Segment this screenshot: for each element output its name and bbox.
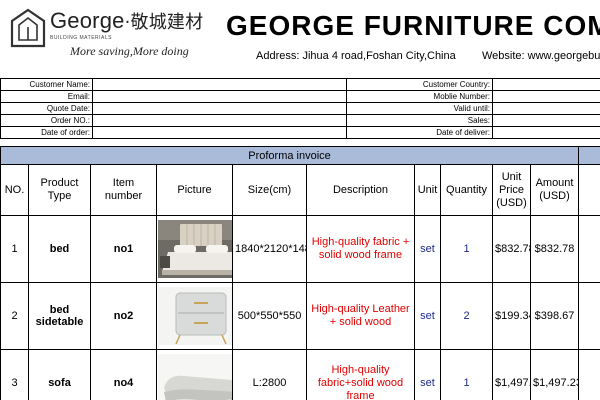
table-row: 2 bed sidetable no2 500*550*550 High-qua… — [0, 282, 600, 350]
row-size: L:2800 — [232, 349, 307, 400]
valid-until-field[interactable] — [492, 102, 600, 115]
row-product-type: bed sidetable — [28, 282, 91, 350]
invoice-title-row: Proforma invoice — [0, 146, 600, 165]
info-row: Quote Date: Valid until: — [0, 102, 600, 115]
order-no-label: Order NO.: — [0, 114, 93, 127]
header-item-number: Item number — [90, 164, 157, 216]
row-overflow-cell — [578, 349, 600, 400]
row-unit-price: $199.34 — [492, 282, 531, 350]
logo-slogan: More saving,More doing — [70, 44, 189, 58]
row-item-number: no2 — [90, 282, 157, 350]
customer-name-field[interactable] — [92, 78, 347, 91]
info-row: Customer Name: Customer Country: — [0, 78, 600, 91]
row-unit-price: $1,497.23 — [492, 349, 531, 400]
row-no: 2 — [0, 282, 29, 350]
date-of-order-field[interactable] — [92, 126, 347, 139]
proforma-invoice-table: Proforma invoice NO. Product Type Item n… — [0, 146, 600, 400]
row-product-type: bed — [28, 215, 91, 283]
info-row: Date of order: Date of deliver: — [0, 126, 600, 139]
logo-chinese-text: ·敬城建材 — [124, 12, 204, 33]
header-description: Description — [306, 164, 415, 216]
invoice-title: Proforma invoice — [0, 146, 580, 165]
sales-field[interactable] — [492, 114, 600, 127]
row-size: 500*550*550 — [232, 282, 307, 350]
invoice-page: George·敬城建材 BUILDING MATERIALS More savi… — [0, 0, 600, 400]
row-item-number: no4 — [90, 349, 157, 400]
info-row: Order NO.: Sales: — [0, 114, 600, 127]
row-description: High-quality fabric+solid wood frame — [306, 349, 415, 400]
row-amount: $398.67 — [529, 282, 580, 350]
row-no: 1 — [0, 215, 29, 283]
table-header-row: NO. Product Type Item number Picture Siz… — [0, 164, 600, 216]
header-quantity: Quantity — [440, 164, 493, 216]
logo-wordmark: George·敬城建材 — [50, 8, 203, 34]
row-size: 1840*2120*1480 — [232, 215, 307, 283]
row-product-type: sofa — [28, 349, 91, 400]
header-amount: Amount (USD) — [529, 164, 580, 216]
invoice-header: George·敬城建材 BUILDING MATERIALS More savi… — [0, 0, 600, 78]
company-address: Address: Jihua 4 road,Foshan City,China — [256, 50, 456, 62]
header-picture: Picture — [156, 164, 233, 216]
row-unit: set — [414, 349, 441, 400]
sofa-picture-icon — [158, 354, 232, 400]
row-description: High-quality fabric + solid wood frame — [306, 215, 415, 283]
customer-info-table: Customer Name: Customer Country: Email: … — [0, 78, 600, 139]
house-logo-icon — [10, 8, 46, 48]
row-quantity: 1 — [440, 215, 493, 283]
valid-until-label: Valid until: — [346, 102, 493, 115]
row-unit-price: $832.78 — [492, 215, 531, 283]
bed-photo — [156, 215, 233, 283]
quote-date-field[interactable] — [92, 102, 347, 115]
header-size: Size(cm) — [232, 164, 307, 216]
customer-name-label: Customer Name: — [0, 78, 93, 91]
sales-label: Sales: — [346, 114, 493, 127]
quote-date-label: Quote Date: — [0, 102, 93, 115]
mobile-number-label: Moblie Number: — [346, 90, 493, 103]
row-overflow-cell — [578, 215, 600, 283]
company-title: GEORGE FURNITURE COMP — [226, 10, 600, 41]
sofa-photo — [156, 349, 233, 400]
header-unit: Unit — [414, 164, 441, 216]
header-product-type: Product Type — [28, 164, 91, 216]
date-of-deliver-field[interactable] — [492, 126, 600, 139]
header-overflow-cell — [578, 164, 600, 216]
header-unit-price: Unit Price (USD) — [492, 164, 531, 216]
mobile-number-field[interactable] — [492, 90, 600, 103]
title-row-overflow-cell — [578, 146, 600, 165]
row-quantity: 1 — [440, 349, 493, 400]
sidetable-picture-icon — [158, 287, 232, 345]
row-amount: $832.78 — [529, 215, 580, 283]
table-row: 1 bed no1 1840*2120*14 High-quality fabr… — [0, 215, 600, 283]
email-label: Email: — [0, 90, 93, 103]
row-no: 3 — [0, 349, 29, 400]
customer-country-field[interactable] — [492, 78, 600, 91]
header-no: NO. — [0, 164, 29, 216]
row-overflow-cell — [578, 282, 600, 350]
row-quantity: 2 — [440, 282, 493, 350]
date-of-deliver-label: Date of deliver: — [346, 126, 493, 139]
table-row: 3 sofa no4 L:2800 High-quality fabric+so… — [0, 349, 600, 400]
customer-country-label: Customer Country: — [346, 78, 493, 91]
row-amount: $1,497.23 — [529, 349, 580, 400]
logo-name-text: George — [50, 8, 125, 33]
email-field[interactable] — [92, 90, 347, 103]
row-description: High-quality Leather + solid wood — [306, 282, 415, 350]
logo-subtitle: BUILDING MATERIALS — [50, 35, 112, 41]
row-item-number: no1 — [90, 215, 157, 283]
row-unit: set — [414, 215, 441, 283]
order-no-field[interactable] — [92, 114, 347, 127]
row-unit: set — [414, 282, 441, 350]
bed-picture-icon — [158, 220, 232, 278]
info-row: Email: Moblie Number: — [0, 90, 600, 103]
company-logo: George·敬城建材 BUILDING MATERIALS More savi… — [10, 6, 205, 62]
sidetable-photo — [156, 282, 233, 350]
date-of-order-label: Date of order: — [0, 126, 93, 139]
company-website: Website: www.georgebuidlin — [482, 50, 600, 62]
